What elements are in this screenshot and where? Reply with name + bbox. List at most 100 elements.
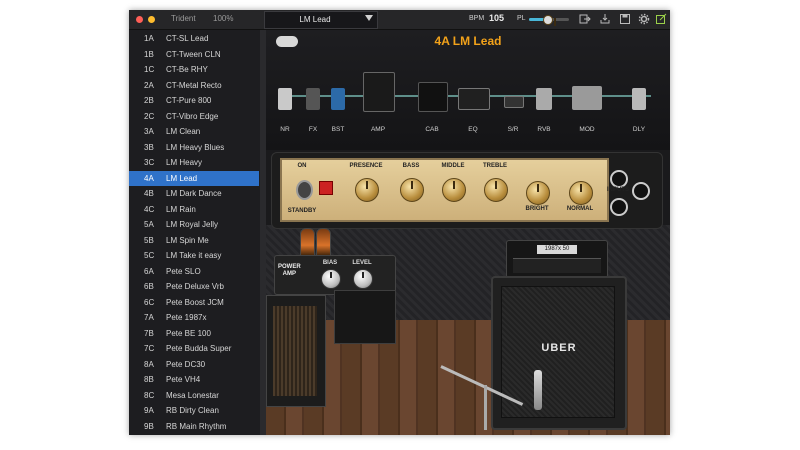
preset-list-item[interactable]: 6A Pete SLO <box>129 264 259 280</box>
import-icon[interactable] <box>599 13 611 25</box>
power-toggle-switch[interactable] <box>296 180 313 200</box>
preset-list-item[interactable]: 4B LM Dark Dance <box>129 186 259 202</box>
amp-knob-label: BRIGHT <box>525 206 549 212</box>
preset-list-item[interactable]: 1A CT-SL Lead <box>129 31 259 47</box>
preset-list-item[interactable]: 1B CT-Tween CLN <box>129 47 259 63</box>
level-knob[interactable] <box>353 269 373 289</box>
preset-name: Mesa Lonestar <box>166 390 219 400</box>
amp-knob[interactable] <box>526 181 550 205</box>
amp-knob[interactable] <box>569 181 593 205</box>
preset-code: 8B <box>144 375 154 384</box>
preset-list-item[interactable]: 2A CT-Metal Recto <box>129 78 259 94</box>
chain-slot-label[interactable]: RVB <box>537 126 550 133</box>
preset-list-item[interactable]: 5C LM Take it easy <box>129 248 259 264</box>
chain-slot-label[interactable]: BST <box>332 126 345 133</box>
fx-pedal[interactable] <box>306 88 320 110</box>
preset-list-item[interactable]: 1C CT-Be RHY <box>129 62 259 78</box>
preset-name: CT-Be RHY <box>166 65 208 74</box>
save-icon[interactable] <box>619 13 631 25</box>
preset-name: LM Heavy <box>166 158 203 167</box>
preset-list-item[interactable]: 8C Mesa Lonestar <box>129 388 259 404</box>
power-amp-title: POWER AMP <box>278 264 301 278</box>
preset-list-item[interactable]: 7A Pete 1987x <box>129 310 259 326</box>
preset-code: 7A <box>144 313 154 322</box>
preset-name: CT-Pure 800 <box>166 96 212 105</box>
preset-code: 3A <box>144 127 154 136</box>
preset-list-item[interactable]: 6B Pete Deluxe Vrb <box>129 279 259 295</box>
input-jack-1[interactable] <box>610 170 628 188</box>
preset-list-item[interactable]: 3B LM Heavy Blues <box>129 140 259 156</box>
chain-slot-label[interactable]: CAB <box>425 126 438 133</box>
preset-list-item[interactable]: 9B RB Main Rhythm <box>129 419 259 435</box>
preset-code: 4A <box>144 173 154 183</box>
preset-list-item[interactable]: 5A LM Royal Jelly <box>129 217 259 233</box>
export-icon[interactable] <box>579 13 591 25</box>
preset-list-item[interactable]: 4C LM Rain <box>129 202 259 218</box>
bias-knob[interactable] <box>321 269 341 289</box>
input-jack-3[interactable] <box>632 182 650 200</box>
preset-code: 4B <box>144 189 154 198</box>
amp-head-stack[interactable]: 1987x 50 <box>506 240 608 278</box>
preset-code: 1B <box>144 49 154 59</box>
preset-list-item[interactable]: 9A RB Dirty Clean <box>129 403 259 419</box>
preset-list-item[interactable]: 6C Pete Boost JCM <box>129 295 259 311</box>
on-label: ON <box>297 163 307 169</box>
preset-code: 2B <box>144 96 154 105</box>
mic-stand-pole <box>484 385 487 430</box>
amp-module[interactable] <box>363 72 395 112</box>
preset-list-item[interactable]: 3A LM Clean <box>129 124 259 140</box>
send-return-module[interactable] <box>504 96 524 108</box>
amp-knob[interactable] <box>355 178 379 202</box>
chain-slot-label[interactable]: FX <box>309 126 317 133</box>
amp-knob[interactable] <box>484 178 508 202</box>
boost-pedal[interactable] <box>331 88 345 110</box>
delay-pedal[interactable] <box>632 88 646 110</box>
preset-list-item[interactable]: 7B Pete BE 100 <box>129 326 259 342</box>
chain-slot-label[interactable]: MOD <box>579 126 594 133</box>
preset-list-item[interactable]: 7C Pete Budda Super <box>129 341 259 357</box>
pl-label: PL <box>517 15 526 22</box>
modulation-pedal[interactable] <box>572 86 602 110</box>
preset-list-item[interactable]: 3C LM Heavy <box>129 155 259 171</box>
pl-slider-knob[interactable] <box>543 15 556 26</box>
preset-name: LM Lead <box>166 173 198 183</box>
preset-name: Pete Budda Super <box>166 344 232 353</box>
preset-list-item[interactable]: 4A LM Lead <box>129 170 259 186</box>
edit-icon[interactable] <box>655 13 667 25</box>
close-window-button[interactable] <box>136 16 143 23</box>
zoom-level[interactable]: 100% <box>213 14 233 23</box>
gear-icon[interactable] <box>638 13 650 25</box>
pl-slider[interactable] <box>529 15 569 26</box>
power-amp-title-line2: AMP <box>282 271 296 277</box>
cab-module[interactable] <box>418 82 448 112</box>
chain-slot-label[interactable]: AMP <box>371 126 385 133</box>
preset-name: Pete 1987x <box>166 313 207 322</box>
preset-name: CT-Tween CLN <box>166 49 221 59</box>
chain-slot-label[interactable]: S/R <box>508 126 519 133</box>
reverb-pedal[interactable] <box>536 88 552 110</box>
input-jack-2[interactable] <box>610 198 628 216</box>
noise-reduction-pedal[interactable] <box>278 88 292 110</box>
preset-code: 7C <box>144 344 155 353</box>
chain-slot-label[interactable]: EQ <box>468 126 477 133</box>
bpm-value[interactable]: 105 <box>489 13 504 23</box>
preset-list-item[interactable]: 5B LM Spin Me <box>129 233 259 249</box>
preset-list-item[interactable]: 2B CT-Pure 800 <box>129 93 259 109</box>
eq-module[interactable] <box>458 88 490 110</box>
preset-list-item[interactable]: 2C CT-Vibro Edge <box>129 109 259 125</box>
chain-slot-label[interactable]: NR <box>280 126 289 133</box>
preset-name: LM Spin Me <box>166 235 209 245</box>
speaker-cabinet[interactable]: UBER <box>491 276 627 430</box>
preset-list-item[interactable]: 8B Pete VH4 <box>129 372 259 388</box>
standby-light[interactable] <box>319 181 333 195</box>
chain-slot-label[interactable]: DLY <box>633 126 645 133</box>
amp-knob[interactable] <box>400 178 424 202</box>
preset-name: LM Dark Dance <box>166 189 222 198</box>
amp-knob[interactable] <box>442 178 466 202</box>
inputs-panel <box>604 168 652 218</box>
microphone[interactable] <box>534 370 542 410</box>
preset-list-item[interactable]: 8A Pete DC30 <box>129 357 259 373</box>
minimize-window-button[interactable] <box>148 16 155 23</box>
preset-selector[interactable]: LM Lead <box>264 11 378 29</box>
preset-code: 4C <box>144 204 155 214</box>
